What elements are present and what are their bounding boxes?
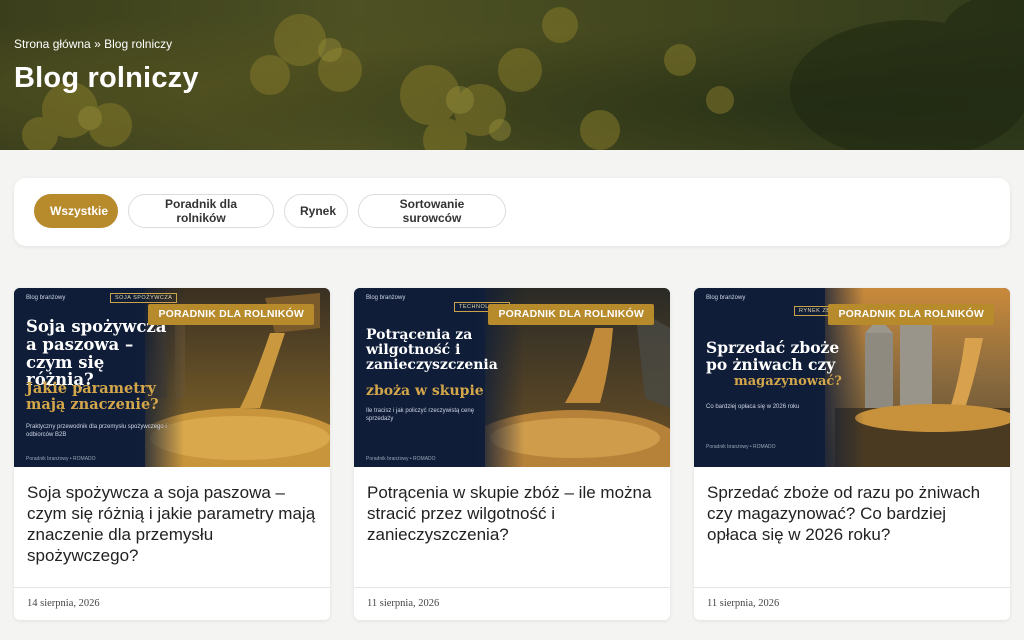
thumbnail-highlight: Jakie parametry mają znaczenie? [26,380,159,413]
breadcrumb-current: Blog rolniczy [104,37,173,51]
post-thumbnail[interactable]: Blog branżowy TECHNOLOGIA Potrącenia za … [354,288,670,467]
category-badge[interactable]: PORADNIK DLA ROLNIKÓW [488,304,654,325]
post-date: 11 sierpnia, 2026 [367,598,440,609]
thumbnail-tag: SOJA SPOŻYWCZA [110,293,178,303]
post-thumbnail[interactable]: Blog branżowy SOJA SPOŻYWCZA Soja spożyw… [14,288,330,467]
category-badge[interactable]: PORADNIK DLA ROLNIKÓW [828,304,994,325]
thumbnail-headline: Sprzedać zboże po żniwach czy [706,338,840,374]
post-date: 14 sierpnia, 2026 [27,598,100,609]
hero-banner: Strona główna » Blog rolniczy Blog rolni… [0,0,1024,150]
post-card[interactable]: Blog branżowy RYNEK ZBÓŻ Sprzedać zboże … [694,288,1010,620]
thumbnail-footer: Poradnik branżowy • ROMADO [366,456,436,462]
post-card[interactable]: Blog branżowy TECHNOLOGIA Potrącenia za … [354,288,670,620]
filter-farmer-guide-button[interactable]: Poradnik dla rolników [128,194,274,228]
thumbnail-footer: Poradnik branżowy • ROMADO [26,456,96,462]
thumbnail-brand: Blog branżowy [366,295,406,301]
thumbnail-subtitle: Co bardziej opłaca się w 2026 roku [706,404,800,410]
thumbnail-headline: Soja spożywcza a paszowa – czym się różn… [26,317,167,390]
thumbnail-footer: Poradnik branżowy • ROMADO [706,444,776,450]
category-filter-bar: Wszystkie Poradnik dla rolników Rynek So… [14,178,1010,246]
card-divider [694,587,1010,588]
thumbnail-highlight: magazynować? [734,374,842,389]
breadcrumb: Strona główna » Blog rolniczy [14,37,172,51]
post-title[interactable]: Sprzedać zboże od razu po żniwach czy ma… [707,482,999,545]
post-title[interactable]: Soja spożywcza a soja paszowa – czym się… [27,482,319,566]
filter-raw-material-sorting-button[interactable]: Sortowanie surowców [358,194,506,228]
post-date: 11 sierpnia, 2026 [707,598,780,609]
post-title[interactable]: Potrącenia w skupie zbóż – ile można str… [367,482,659,545]
thumbnail-subtitle: Praktyczny przewodnik dla przemysłu spoż… [26,424,167,438]
card-divider [14,587,330,588]
thumbnail-brand: Blog branżowy [706,295,746,301]
thumbnail-subtitle: Ile tracisz i jak policzyć rzeczywistą c… [366,408,475,422]
card-divider [354,587,670,588]
thumbnail-brand: Blog branżowy [26,295,66,301]
thumbnail-headline: Potrącenia za wilgotność i zanieczyszcze… [366,327,498,374]
breadcrumb-separator: » [94,37,101,51]
filter-market-button[interactable]: Rynek [284,194,348,228]
category-badge[interactable]: PORADNIK DLA ROLNIKÓW [148,304,314,325]
filter-all-button[interactable]: Wszystkie [34,194,118,228]
thumbnail-highlight: zboża w skupie [366,383,484,399]
page-title: Blog rolniczy [14,62,199,94]
breadcrumb-home-link[interactable]: Strona główna [14,37,91,51]
post-card[interactable]: Blog branżowy SOJA SPOŻYWCZA Soja spożyw… [14,288,330,620]
post-thumbnail[interactable]: Blog branżowy RYNEK ZBÓŻ Sprzedać zboże … [694,288,1010,467]
